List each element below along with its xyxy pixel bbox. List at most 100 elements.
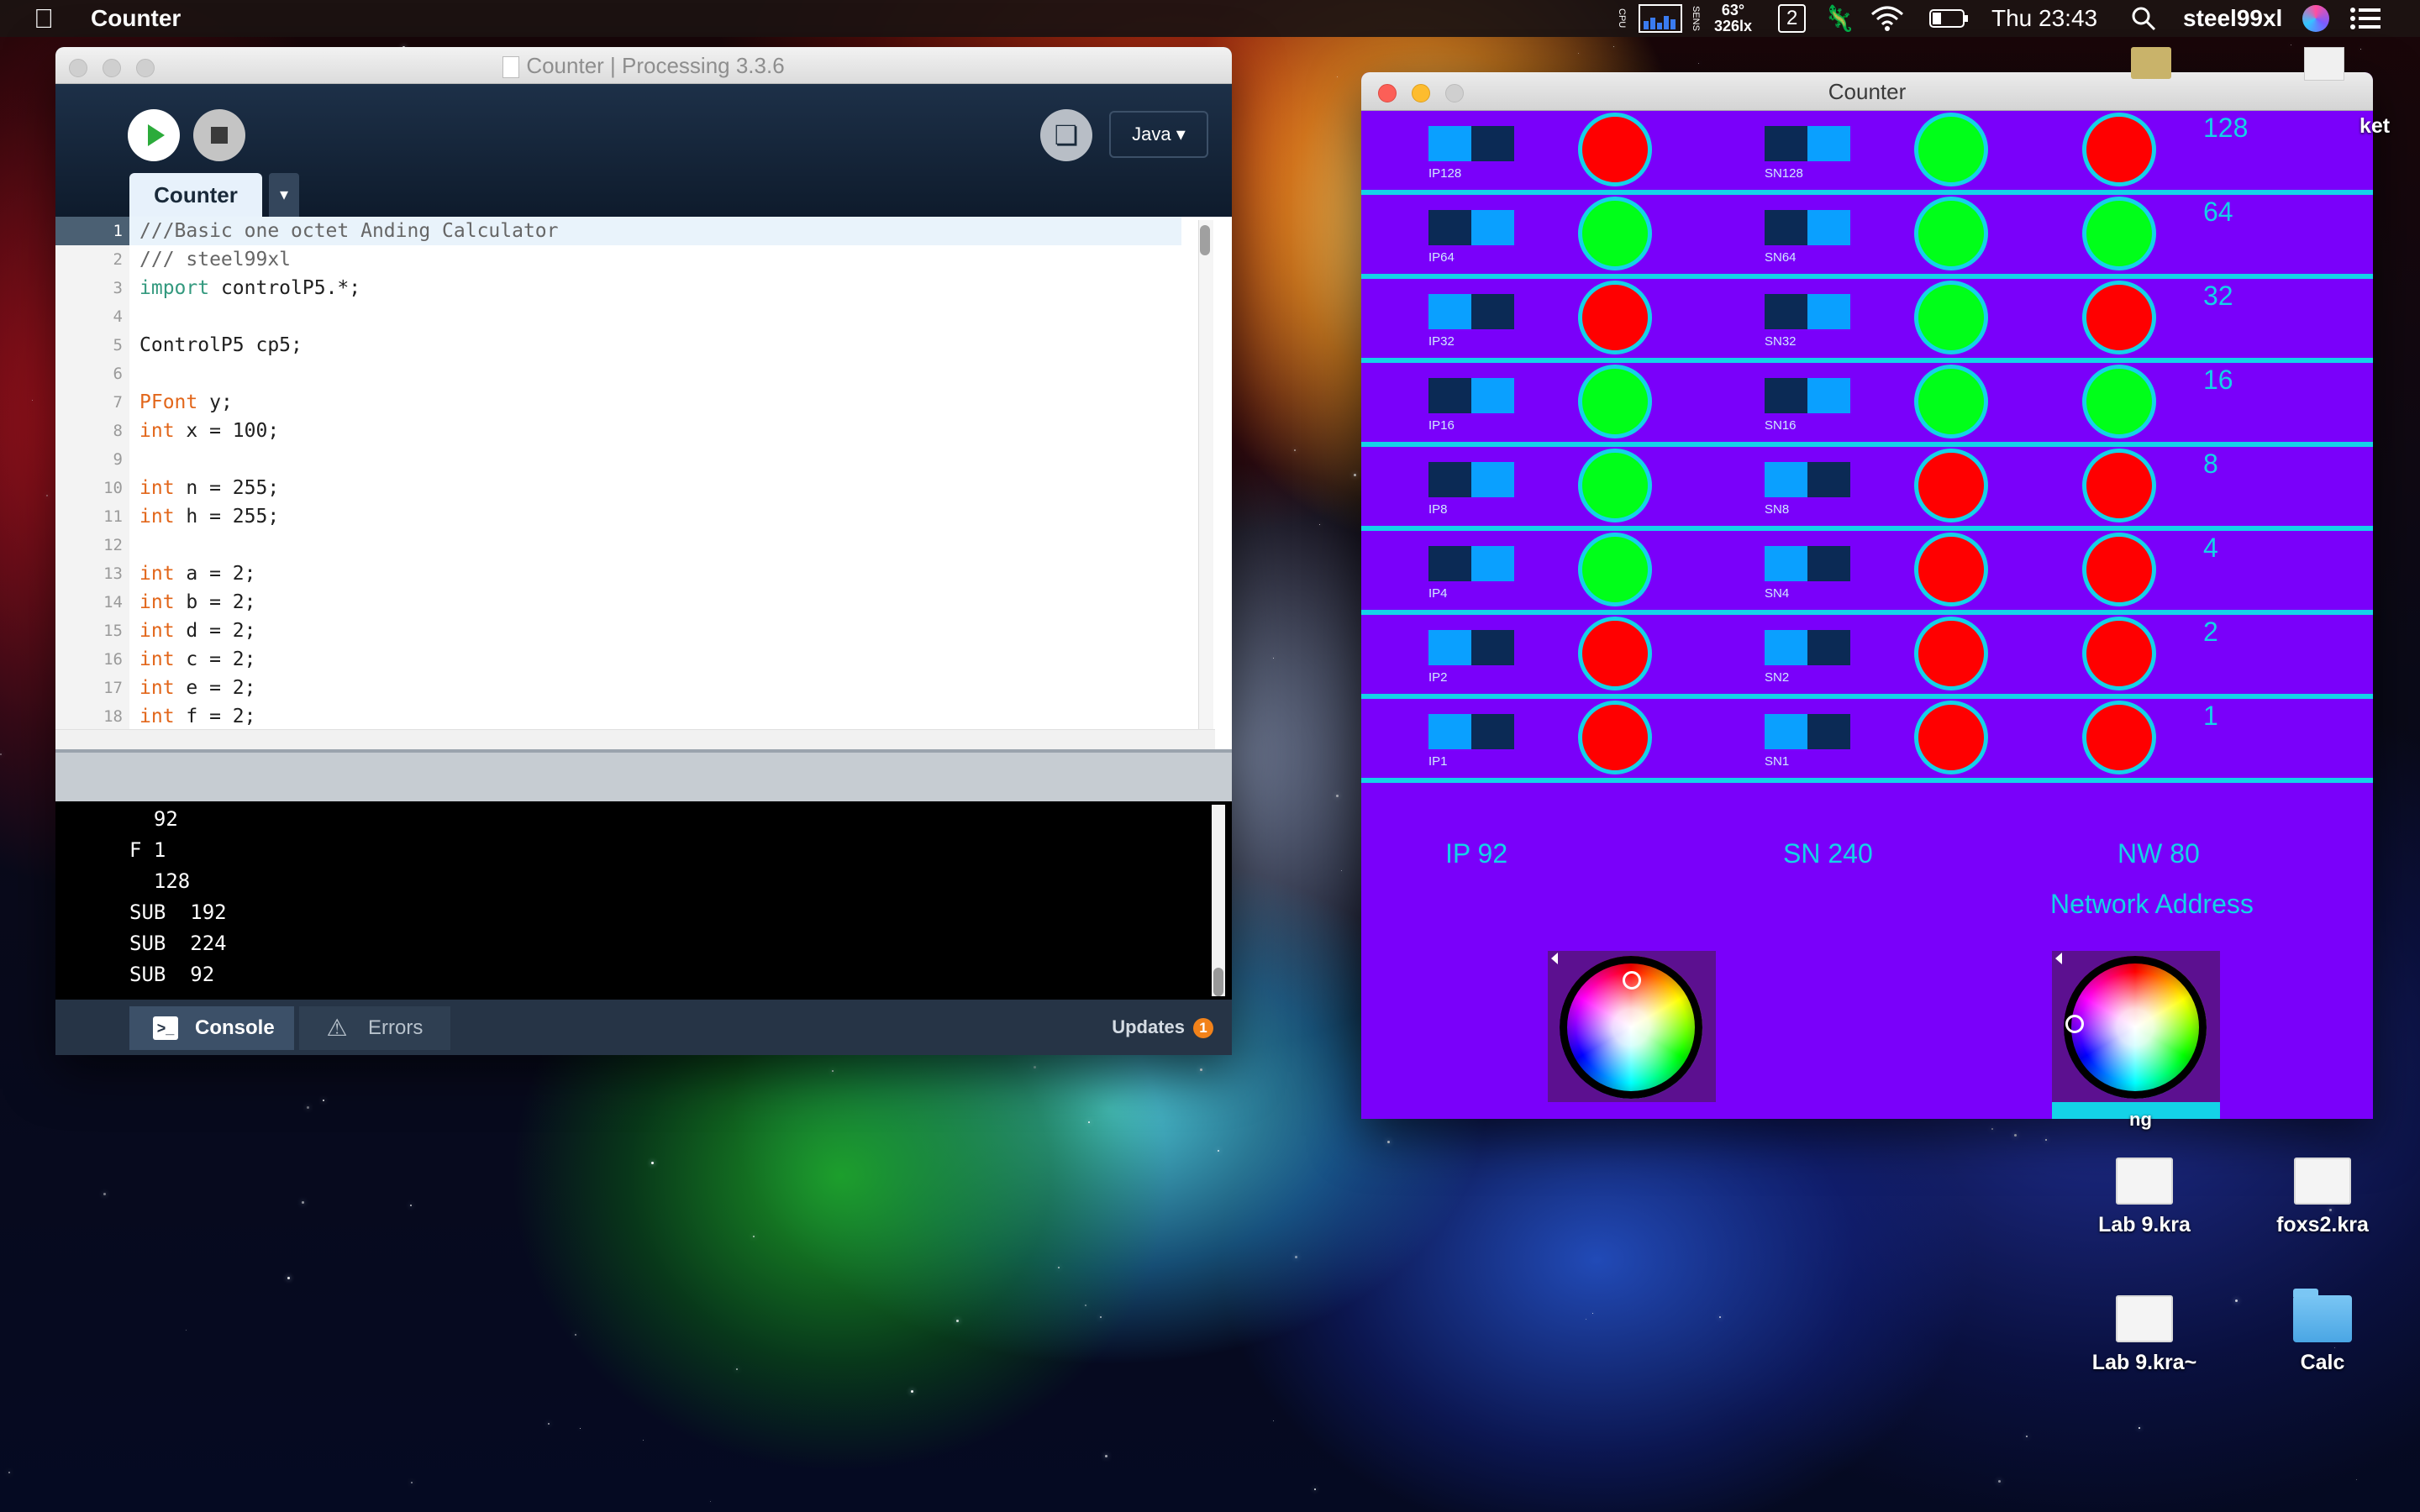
- toggle-half[interactable]: [1765, 126, 1807, 161]
- wifi-icon[interactable]: [1870, 0, 1904, 37]
- bit-toggle[interactable]: [1428, 210, 1514, 245]
- toggle-half[interactable]: [1428, 378, 1471, 413]
- bit-toggle[interactable]: [1765, 714, 1850, 749]
- bit-toggle[interactable]: [1765, 546, 1850, 581]
- toggle-half[interactable]: [1471, 462, 1514, 497]
- code-line[interactable]: 6: [55, 360, 1181, 388]
- console-output[interactable]: 92 F 1 128 SUB 192 SUB 224 SUB 92: [55, 801, 1232, 1000]
- code-line[interactable]: 1 ///Basic one octet Anding Calculator: [55, 217, 1181, 245]
- toggle-half[interactable]: [1471, 378, 1514, 413]
- siri-icon[interactable]: [2302, 0, 2329, 37]
- editor-console-divider[interactable]: [55, 749, 1232, 801]
- code-line[interactable]: 7 PFont y;: [55, 388, 1181, 417]
- ide-title-bar[interactable]: Counter | Processing 3.3.6: [55, 47, 1232, 84]
- toggle-half[interactable]: [1471, 126, 1514, 161]
- battery-icon[interactable]: [1929, 0, 1970, 37]
- mode-selector[interactable]: Java ▾: [1109, 111, 1208, 158]
- app-menu-extra-icon[interactable]: 🦎: [1823, 0, 1854, 37]
- user-menu[interactable]: steel99xl: [2183, 0, 2282, 37]
- code-line[interactable]: 2 /// steel99xl: [55, 245, 1181, 274]
- color-wheel-right[interactable]: [2052, 951, 2220, 1102]
- console-scroll-thumb[interactable]: [1213, 968, 1223, 996]
- ide-zoom-button[interactable]: [136, 59, 155, 77]
- notification-center-icon[interactable]: [2349, 0, 2381, 37]
- toggle-half[interactable]: [1807, 546, 1850, 581]
- bit-toggle[interactable]: [1428, 378, 1514, 413]
- bit-toggle[interactable]: [1765, 630, 1850, 665]
- desktop-icon-foxs2[interactable]: foxs2.kra: [2247, 1158, 2398, 1237]
- bit-toggle[interactable]: [1428, 714, 1514, 749]
- toggle-half[interactable]: [1765, 714, 1807, 749]
- stop-button[interactable]: [193, 109, 245, 161]
- toggle-half[interactable]: [1765, 546, 1807, 581]
- ide-minimize-button[interactable]: [103, 59, 121, 77]
- code-line[interactable]: 5 ControlP5 cp5;: [55, 331, 1181, 360]
- sensor-monitor[interactable]: SENS: [1691, 0, 1701, 37]
- code-line[interactable]: 12: [55, 531, 1181, 559]
- toggle-half[interactable]: [1428, 294, 1471, 329]
- bit-toggle[interactable]: [1765, 210, 1850, 245]
- bit-toggle[interactable]: [1428, 462, 1514, 497]
- tab-errors[interactable]: ⚠ Errors: [299, 1006, 450, 1050]
- bit-toggle[interactable]: [1765, 378, 1850, 413]
- bit-toggle[interactable]: [1428, 294, 1514, 329]
- toggle-half[interactable]: [1471, 294, 1514, 329]
- tab-menu-button[interactable]: ▾: [269, 173, 299, 217]
- code-line[interactable]: 11 int h = 255;: [55, 502, 1181, 531]
- bit-toggle[interactable]: [1428, 546, 1514, 581]
- toggle-half[interactable]: [1428, 546, 1471, 581]
- wheel-collapse-arrow-icon[interactable]: [1551, 953, 1558, 964]
- cpu-graph-icon[interactable]: [1639, 0, 1682, 37]
- code-line[interactable]: 8 int x = 100;: [55, 417, 1181, 445]
- toggle-half[interactable]: [1428, 126, 1471, 161]
- code-line[interactable]: 15 int d = 2;: [55, 617, 1181, 645]
- color-picker-handle[interactable]: [1623, 971, 1641, 990]
- cpu-monitor[interactable]: CPU: [1617, 0, 1627, 37]
- bit-toggle[interactable]: [1428, 630, 1514, 665]
- toggle-half[interactable]: [1471, 546, 1514, 581]
- code-line[interactable]: 14 int b = 2;: [55, 588, 1181, 617]
- ide-close-button[interactable]: [69, 59, 87, 77]
- tab-counter[interactable]: Counter: [129, 173, 262, 217]
- sketch-zoom-button[interactable]: [1445, 84, 1464, 102]
- color-wheel-left[interactable]: [1548, 951, 1716, 1102]
- desktop-icon-lab9-backup[interactable]: Lab 9.kra~: [2069, 1295, 2220, 1375]
- desktop-file-icon[interactable]: [2131, 47, 2171, 79]
- sketch-minimize-button[interactable]: [1412, 84, 1430, 102]
- desktop-icon-calc-folder[interactable]: Calc: [2247, 1289, 2398, 1375]
- color-wheel-swatch[interactable]: [2064, 956, 2207, 1099]
- desktop-icon-partial-label[interactable]: ng: [2129, 1109, 2152, 1131]
- spotlight-search-icon[interactable]: [2131, 0, 2156, 37]
- code-line[interactable]: 18 int f = 2;: [55, 702, 1181, 731]
- code-line[interactable]: 16 int c = 2;: [55, 645, 1181, 674]
- toggle-half[interactable]: [1807, 294, 1850, 329]
- toggle-half[interactable]: [1765, 210, 1807, 245]
- editor-horizontal-scrollbar[interactable]: [55, 729, 1215, 749]
- bit-toggle[interactable]: [1765, 126, 1850, 161]
- menu-app-name[interactable]: Counter: [91, 5, 181, 32]
- bit-toggle[interactable]: [1765, 294, 1850, 329]
- toggle-half[interactable]: [1471, 630, 1514, 665]
- desktop-file-icon[interactable]: [2304, 47, 2344, 81]
- color-picker-handle[interactable]: [2065, 1015, 2084, 1033]
- toggle-half[interactable]: [1807, 378, 1850, 413]
- code-line[interactable]: 3 import controlP5.*;: [55, 274, 1181, 302]
- apple-menu-icon[interactable]: : [34, 3, 54, 34]
- toggle-half[interactable]: [1807, 462, 1850, 497]
- updates-button[interactable]: Updates 1: [1112, 1000, 1213, 1055]
- toggle-half[interactable]: [1471, 210, 1514, 245]
- sensor-readout[interactable]: 63° 326lx: [1714, 0, 1752, 37]
- run-button[interactable]: [128, 109, 180, 161]
- editor-vertical-scrollbar[interactable]: [1198, 220, 1213, 746]
- toggle-half[interactable]: [1807, 210, 1850, 245]
- desktop-icon-lab9[interactable]: Lab 9.kra: [2069, 1158, 2220, 1237]
- code-line[interactable]: 10 int n = 255;: [55, 474, 1181, 502]
- toggle-half[interactable]: [1428, 630, 1471, 665]
- toggle-half[interactable]: [1765, 294, 1807, 329]
- wheel-collapse-arrow-icon[interactable]: [2055, 953, 2062, 964]
- toggle-half[interactable]: [1428, 714, 1471, 749]
- tab-console[interactable]: >_ Console: [129, 1006, 294, 1050]
- toggle-half[interactable]: [1765, 630, 1807, 665]
- toggle-half[interactable]: [1765, 462, 1807, 497]
- code-line[interactable]: 17 int e = 2;: [55, 674, 1181, 702]
